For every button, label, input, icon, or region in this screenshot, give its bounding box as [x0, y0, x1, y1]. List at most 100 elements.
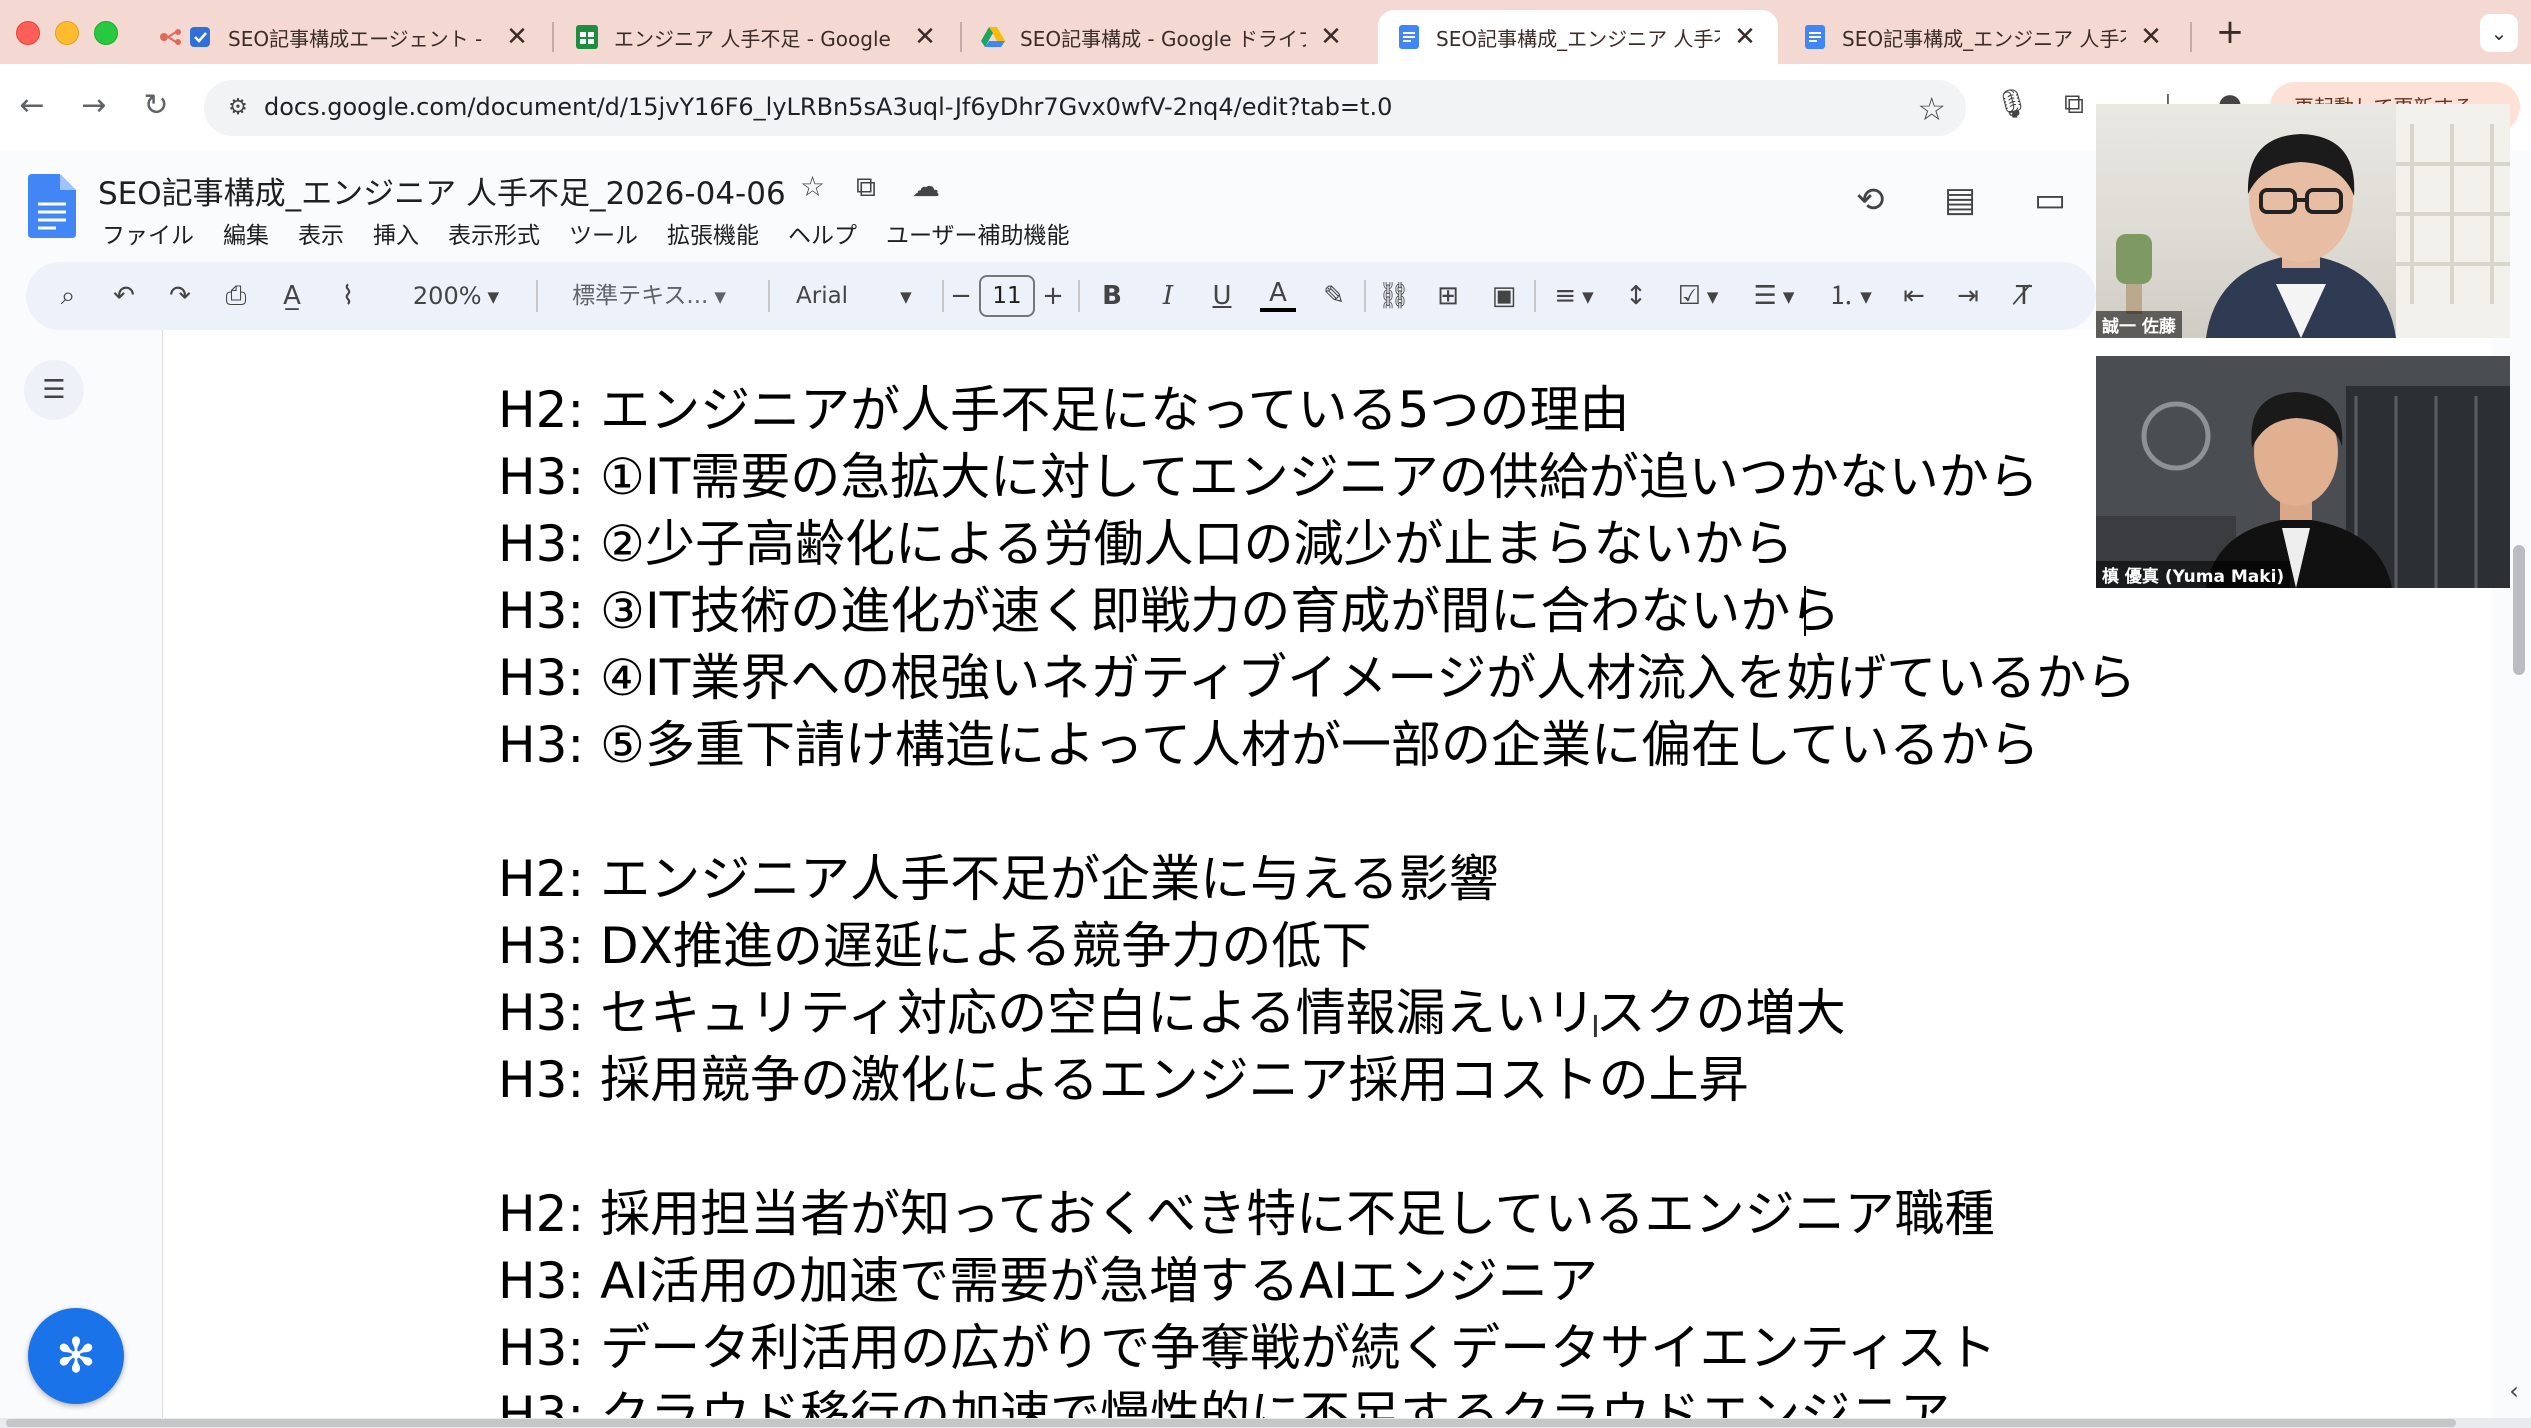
heading-line[interactable]: H2: エンジニア人手不足が企業に与える影響 — [498, 849, 1499, 909]
horizontal-scroll-thumb[interactable] — [6, 1419, 2456, 1427]
browser-tab[interactable]: SEO記事構成_エンジニア 人手不 ✕ — [1784, 10, 2184, 64]
address-bar[interactable]: ⚙ docs.google.com/document/d/15jvY16F6_l… — [204, 80, 1966, 136]
microphone-icon[interactable]: 🎙 — [1992, 84, 2032, 124]
close-icon[interactable]: ✕ — [2136, 22, 2166, 52]
close-icon[interactable]: ✕ — [1316, 22, 1346, 52]
browser-tab[interactable]: SEO記事構成エージェント - ✕ — [140, 10, 550, 64]
clear-formatting-icon[interactable]: T̸ — [2006, 278, 2042, 314]
extensions-icon[interactable]: ⧉ — [2054, 84, 2094, 124]
move-folder-icon[interactable]: ⧉ — [856, 170, 876, 204]
menu-tools[interactable]: ツール — [569, 216, 638, 250]
tab-search-button[interactable]: ⌄ — [2480, 14, 2518, 52]
heading-line[interactable]: H2: 採用担当者が知っておくべき特に不足しているエンジニア職種 — [498, 1184, 1995, 1244]
drive-icon — [980, 24, 1006, 50]
close-icon[interactable]: ✕ — [910, 22, 940, 52]
numbered-list-icon[interactable]: ⒈ ▼ — [1822, 278, 1878, 314]
docs-icon — [1802, 24, 1828, 50]
increase-indent-icon[interactable]: ⇥ — [1950, 278, 1986, 314]
heading-line[interactable]: H3: クラウド移行の加速で慢性的に不足するクラウドエンジニア — [498, 1385, 1950, 1420]
window-maximize-button[interactable] — [94, 21, 118, 45]
bulleted-list-icon[interactable]: ☰ ▼ — [1746, 278, 1802, 314]
toolbar-divider — [942, 280, 944, 312]
docs-icon — [1396, 24, 1422, 50]
menu-format[interactable]: 表示形式 — [448, 216, 540, 250]
heading-line[interactable]: H3: ③IT技術の進化が速く即戦力の育成が間に合わないから — [498, 581, 1840, 641]
underline-icon[interactable]: U — [1204, 278, 1240, 314]
heading-line[interactable]: H2: エンジニアが人手不足になっている5つの理由 — [498, 380, 1629, 440]
window-close-button[interactable] — [16, 21, 40, 45]
align-icon[interactable]: ≡ ▼ — [1546, 278, 1602, 314]
heading-line[interactable]: H3: ②少子高齢化による労働人口の減少が止まらないから — [498, 514, 1793, 574]
menu-insert[interactable]: 挿入 — [373, 216, 419, 250]
star-icon[interactable]: ☆ — [800, 170, 825, 203]
paint-format-icon[interactable]: ⌇ — [330, 278, 366, 314]
add-comment-icon[interactable]: ⊞ — [1430, 278, 1466, 314]
menu-file[interactable]: ファイル — [102, 216, 194, 250]
undo-icon[interactable]: ↶ — [106, 278, 142, 314]
heading-line[interactable]: H3: ①IT需要の急拡大に対してエンジニアの供給が追いつかないから — [498, 447, 2039, 507]
browser-tab[interactable]: SEO記事構成 - Google ドライブ ✕ — [962, 10, 1364, 64]
new-tab-button[interactable]: + — [2208, 12, 2252, 56]
bold-icon[interactable]: B — [1094, 278, 1130, 314]
site-info-icon[interactable]: ⚙ — [224, 94, 252, 122]
heading-line[interactable]: H3: セキュリティ対応の空白による情報漏えいリスクの増大 — [498, 983, 1846, 1043]
font-size-input[interactable]: 11 — [979, 275, 1035, 317]
heading-line[interactable]: H3: データ利活用の広がりで争奪戦が続くデータサイエンティスト — [498, 1318, 1997, 1378]
document-title[interactable]: SEO記事構成_エンジニア 人手不足_2026-04-06 — [98, 168, 786, 213]
highlight-icon[interactable]: ✎ — [1316, 278, 1352, 314]
menu-edit[interactable]: 編集 — [223, 216, 269, 250]
tab-divider — [552, 22, 554, 52]
window-minimize-button[interactable] — [55, 21, 79, 45]
browser-tab[interactable]: エンジニア 人手不足 - Google ✕ — [556, 10, 958, 64]
print-icon[interactable]: ⎙ — [218, 278, 254, 314]
search-icon[interactable]: ⌕ — [50, 278, 86, 314]
meet-camera-icon[interactable]: ▭ — [2034, 180, 2066, 220]
chevron-down-icon: ▼ — [900, 287, 912, 306]
text-color-icon[interactable]: A — [1260, 278, 1296, 312]
line-spacing-icon[interactable]: ↕ — [1618, 278, 1654, 314]
side-panel-toggle-icon[interactable]: ‹ — [2497, 1366, 2531, 1416]
heading-line[interactable]: H3: ④IT業界への根強いネガティブイメージが人材流入を妨げているから — [498, 648, 2136, 708]
heading-line[interactable]: H3: ⑤多重下請け構造によって人材が一部の企業に偏在しているから — [498, 715, 2039, 775]
insert-image-icon[interactable]: ▣ — [1486, 278, 1522, 314]
heading-line[interactable]: H3: 採用競争の激化によるエンジニア採用コストの上昇 — [498, 1050, 1749, 1110]
checklist-icon[interactable]: ☑ ▼ — [1670, 278, 1726, 314]
spellcheck-icon[interactable]: A̲ — [274, 278, 310, 314]
version-history-icon[interactable]: ⟲ — [1856, 180, 1885, 220]
menu-view[interactable]: 表示 — [298, 216, 344, 250]
tab-title: SEO記事構成エージェント - — [228, 26, 483, 51]
close-icon[interactable]: ✕ — [502, 22, 532, 52]
decrease-font-size-icon[interactable]: − — [946, 278, 976, 314]
bookmark-star-icon[interactable]: ☆ — [1917, 90, 1946, 128]
vertical-scroll-thumb[interactable] — [2513, 545, 2525, 675]
url-text: docs.google.com/document/d/15jvY16F6_lyL… — [264, 93, 1393, 121]
decrease-indent-icon[interactable]: ⇤ — [1896, 278, 1932, 314]
browser-tab-active[interactable]: SEO記事構成_エンジニア 人手不 ✕ — [1378, 10, 1778, 64]
increase-font-size-icon[interactable]: + — [1038, 278, 1068, 314]
heading-line[interactable]: H3: AI活用の加速で需要が急増するAIエンジニア — [498, 1251, 1598, 1311]
back-icon[interactable]: ← — [12, 86, 52, 126]
font-select[interactable]: Arial ▼ — [776, 278, 936, 314]
style-select[interactable]: 標準テキス... ▼ — [538, 278, 760, 314]
gemini-assist-button[interactable]: ✻ — [28, 1308, 124, 1404]
menu-extensions[interactable]: 拡張機能 — [667, 216, 759, 250]
chevron-down-icon: ▼ — [487, 288, 500, 306]
reload-icon[interactable]: ↻ — [136, 86, 176, 126]
menu-accessibility[interactable]: ユーザー補助機能 — [886, 216, 1070, 250]
participant-name: 誠一 佐藤 — [2096, 311, 2182, 338]
video-tile[interactable]: 誠一 佐藤 — [2096, 104, 2510, 338]
document-outline-icon[interactable]: ☰ — [24, 360, 84, 420]
close-icon[interactable]: ✕ — [1730, 22, 1760, 52]
italic-icon[interactable]: I — [1150, 278, 1186, 314]
cloud-saved-icon[interactable]: ☁ — [912, 170, 940, 203]
comments-icon[interactable]: ▤ — [1944, 180, 1976, 220]
forward-icon[interactable]: → — [74, 86, 114, 126]
insert-link-icon[interactable]: ⛓ — [1376, 278, 1412, 314]
redo-icon[interactable]: ↷ — [162, 278, 198, 314]
video-tile[interactable]: 槙 優真 (Yuma Maki) — [2096, 356, 2510, 588]
menu-help[interactable]: ヘルプ — [788, 216, 857, 250]
toolbar-divider — [1534, 280, 1536, 312]
zoom-select[interactable]: 200% ▼ — [386, 278, 526, 314]
docs-logo-icon[interactable] — [28, 174, 76, 238]
heading-line[interactable]: H3: DX推進の遅延による競争力の低下 — [498, 916, 1371, 976]
